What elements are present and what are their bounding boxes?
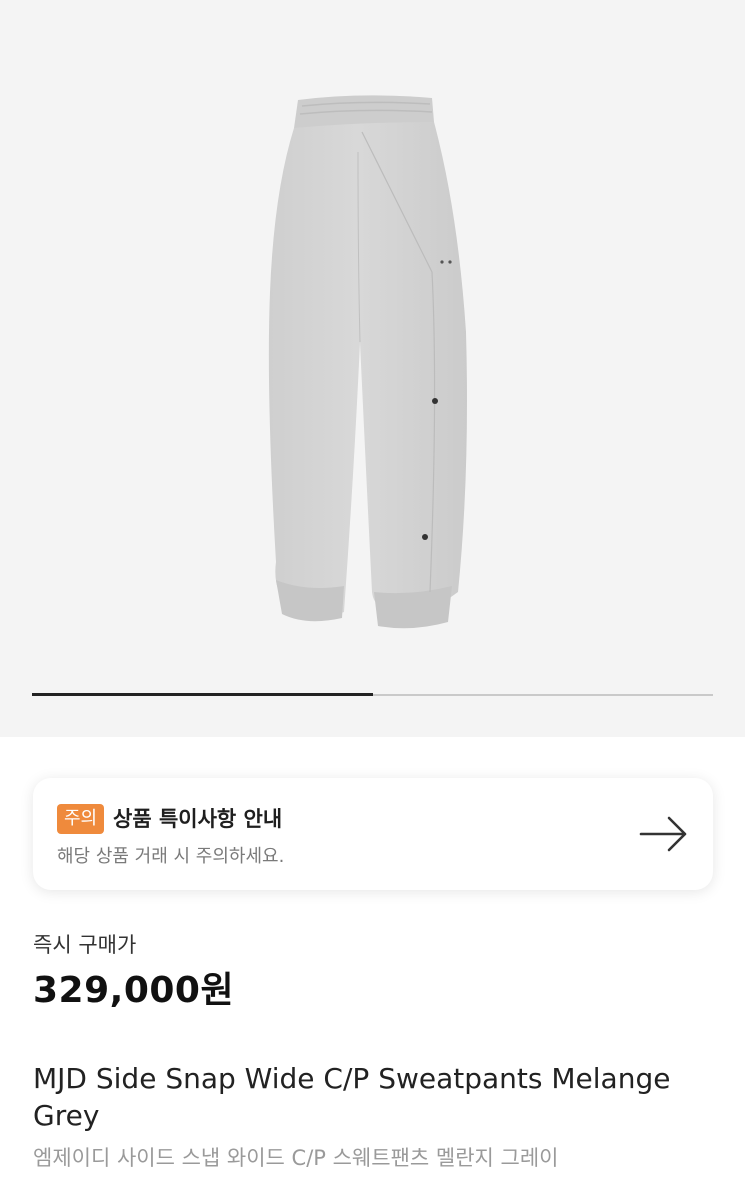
product-notice-card[interactable]: 주의 상품 특이사항 안내 해당 상품 거래 시 주의하세요. bbox=[33, 778, 713, 890]
price-value: 329,000원 bbox=[33, 970, 235, 1011]
caution-badge: 주의 bbox=[57, 804, 105, 834]
product-name-ko: 엠제이디 사이드 스냅 와이드 C/P 스웨트팬츠 멜란지 그레이 bbox=[33, 1146, 559, 1170]
product-gallery[interactable] bbox=[0, 0, 745, 737]
arrow-right-icon[interactable] bbox=[637, 814, 691, 854]
product-image bbox=[268, 95, 467, 629]
gallery-progress-fill bbox=[32, 693, 373, 696]
product-name-en: MJD Side Snap Wide C/P Sweatpants Melang… bbox=[33, 1062, 671, 1132]
notice-title: 상품 특이사항 안내 bbox=[113, 807, 283, 831]
gallery-progress-track bbox=[32, 693, 713, 696]
notice-description: 해당 상품 거래 시 주의하세요. bbox=[57, 846, 285, 867]
price-label: 즉시 구매가 bbox=[33, 933, 137, 957]
